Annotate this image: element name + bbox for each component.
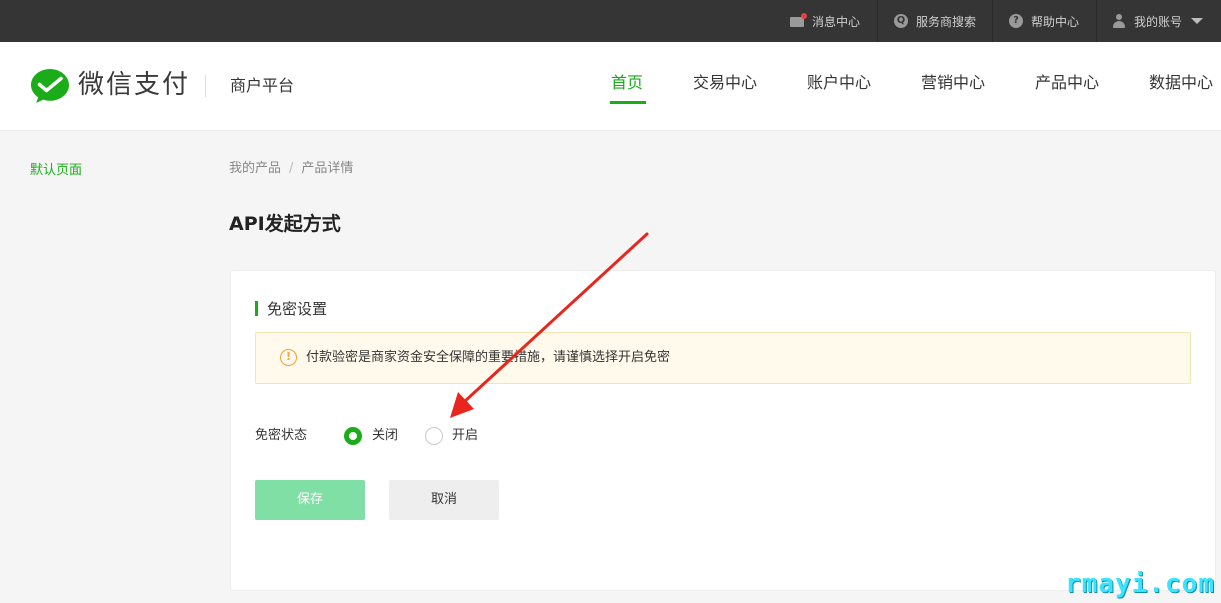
user-icon xyxy=(1112,14,1126,28)
search-icon: Q xyxy=(894,14,908,28)
nav-data-center[interactable]: 数据中心 xyxy=(1149,70,1213,96)
help-label: 帮助中心 xyxy=(1031,14,1080,29)
provider-search-label: 服务商搜索 xyxy=(916,14,977,29)
page-title: API发起方式 xyxy=(229,213,341,235)
breadcrumb-product-detail: 产品详情 xyxy=(301,161,354,176)
warning-icon: ! xyxy=(280,349,297,366)
nav-account-center[interactable]: 账户中心 xyxy=(807,70,871,96)
save-button[interactable]: 保存 xyxy=(255,480,365,520)
watermark: rmayi.com xyxy=(1065,569,1215,599)
messages-link[interactable]: 消息中心 xyxy=(790,0,860,42)
chevron-down-icon xyxy=(1191,18,1204,24)
cancel-button[interactable]: 取消 xyxy=(389,480,499,520)
nav-trade-center[interactable]: 交易中心 xyxy=(693,70,757,96)
topbar-divider xyxy=(1096,0,1097,42)
sidebar-item-default-page[interactable]: 默认页面 xyxy=(30,161,82,181)
topbar-divider xyxy=(992,0,993,42)
brand-name: 微信支付 xyxy=(78,70,191,100)
brand-divider xyxy=(205,75,206,97)
settings-card: 免密设置 ! 付款验密是商家资金安全保障的重要措施，请谨慎选择开启免密 免密状态… xyxy=(230,270,1216,591)
section-accent-bar xyxy=(255,301,258,316)
mail-icon xyxy=(790,12,807,27)
messages-label: 消息中心 xyxy=(812,14,861,29)
account-menu[interactable]: 我的账号 xyxy=(1112,0,1204,42)
nav-product-center[interactable]: 产品中心 xyxy=(1035,70,1099,96)
radio-on-option[interactable] xyxy=(425,427,443,445)
breadcrumb-separator: / xyxy=(289,161,294,176)
warning-text: 付款验密是商家资金安全保障的重要措施，请谨慎选择开启免密 xyxy=(306,350,671,365)
nav-marketing-center[interactable]: 营销中心 xyxy=(921,70,985,96)
radio-off-label[interactable]: 关闭 xyxy=(372,426,398,446)
radio-off-option[interactable] xyxy=(344,427,362,445)
platform-name: 商户平台 xyxy=(230,76,295,95)
breadcrumb: 我的产品 / 产品详情 xyxy=(229,159,353,179)
provider-search-link[interactable]: Q 服务商搜索 xyxy=(894,0,976,42)
main-header: 微信支付 商户平台 首页 交易中心 账户中心 营销中心 产品中心 数据中心 xyxy=(0,42,1221,131)
radio-on-label[interactable]: 开启 xyxy=(452,426,478,446)
nav-active-indicator xyxy=(610,101,646,104)
section-title: 免密设置 xyxy=(267,300,328,318)
status-label: 免密状态 xyxy=(255,428,308,443)
warning-notice: ! 付款验密是商家资金安全保障的重要措施，请谨慎选择开启免密 xyxy=(255,332,1191,384)
top-bar: 消息中心 Q 服务商搜索 ? 帮助中心 我的账号 xyxy=(0,0,1221,42)
help-link[interactable]: ? 帮助中心 xyxy=(1009,0,1079,42)
wechat-pay-logo-icon[interactable] xyxy=(30,68,70,104)
breadcrumb-my-products[interactable]: 我的产品 xyxy=(229,159,281,179)
topbar-divider xyxy=(877,0,878,42)
account-label: 我的账号 xyxy=(1134,14,1183,29)
help-icon: ? xyxy=(1009,14,1023,28)
nav-home[interactable]: 首页 xyxy=(611,70,643,96)
